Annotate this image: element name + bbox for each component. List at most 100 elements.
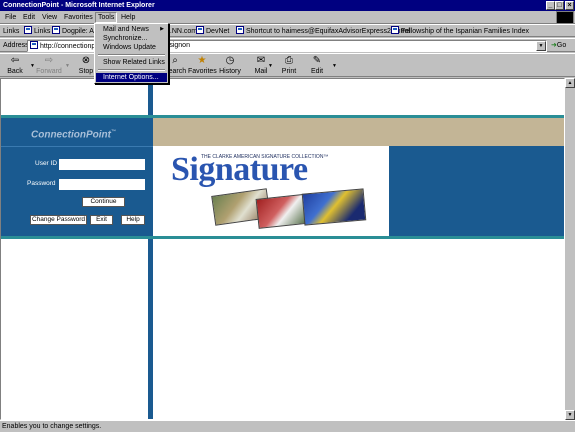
continue-button[interactable]: Continue (82, 197, 125, 207)
page-icon (24, 26, 32, 34)
menu-separator (98, 69, 165, 71)
page-icon (236, 26, 244, 34)
ie-logo (556, 11, 574, 24)
link-dogpile[interactable]: Dogpile: All (52, 26, 97, 37)
menu-view[interactable]: View (40, 12, 59, 23)
menu-item-synchronize[interactable]: Synchronize... (96, 34, 167, 43)
link-links[interactable]: Links (24, 26, 50, 37)
page-icon (52, 26, 60, 34)
menu-tools[interactable]: Tools (95, 12, 118, 23)
history-button[interactable]: ◷ History (216, 55, 244, 77)
submenu-arrow-icon: ▶ (160, 26, 164, 32)
stop-icon: ⊗ (81, 55, 91, 66)
link-text: Fellowship of the Ispanian Families Inde… (401, 28, 530, 35)
tan-header-strip (153, 118, 564, 146)
help-button[interactable]: Help (121, 215, 145, 225)
menu-item-windows-update[interactable]: Windows Update (96, 43, 167, 52)
exit-button[interactable]: Exit (90, 215, 113, 225)
link-fellowship[interactable]: Fellowship of the Ispanian Families Inde… (391, 26, 529, 37)
address-dropdown-arrow-icon[interactable]: ▼ (536, 41, 546, 51)
right-blue-area (389, 146, 564, 236)
userid-label: User ID (35, 160, 58, 167)
favorites-icon: ★ (197, 55, 207, 66)
address-url-tail: rsignon (167, 42, 190, 49)
favorites-label: Favorites (188, 68, 217, 75)
print-icon: ⎙ (285, 55, 293, 66)
links-label: Links (3, 28, 20, 35)
go-button[interactable]: ➜Go (551, 41, 566, 51)
status-text: Enables you to change settings. (2, 423, 102, 430)
link-shortcut-haimess[interactable]: Shortcut to haimess@EquifaxAdvisorExpres… (236, 26, 410, 37)
signature-banner: THE CLARKE AMERICAN SIGNATURE COLLECTION… (153, 146, 389, 236)
page-icon (196, 26, 204, 34)
scroll-down-arrow-icon[interactable]: ▼ (565, 410, 575, 420)
mail-dropdown-icon[interactable]: ▼ (268, 63, 273, 69)
panel-divider (1, 146, 153, 147)
mail-label: Mail (254, 68, 268, 75)
forward-label: Forward (36, 68, 62, 75)
page-icon (30, 41, 38, 49)
menu-edit[interactable]: Edit (21, 12, 37, 23)
history-label: History (219, 68, 241, 75)
search-icon: ⌕ (172, 55, 178, 66)
edit-button[interactable]: ✎ Edit (303, 55, 331, 77)
history-icon: ◷ (225, 55, 235, 66)
check-image-starry-night (301, 188, 367, 226)
scroll-up-arrow-icon[interactable]: ▲ (565, 78, 575, 88)
menu-item-show-related-links[interactable]: Show Related Links (96, 58, 167, 67)
menu-item-internet-options[interactable]: Internet Options... (96, 73, 167, 82)
link-text: Dogpile: All (62, 28, 98, 35)
tools-menu-dropdown: Mail and News ▶ Synchronize... Windows Up… (94, 23, 169, 84)
back-button[interactable]: ⇦ Back (1, 55, 29, 77)
link-devnet[interactable]: DevNet (196, 26, 229, 37)
menu-separator (98, 54, 165, 56)
link-cnn[interactable]: ...NN.com (166, 26, 197, 37)
forward-dropdown-icon[interactable]: ▼ (65, 63, 70, 69)
toolbar: ⇦ Back ▼ ⇨ Forward ▼ ⊗ Stop ⌕ Search ★ Favori… (0, 53, 575, 77)
mail-icon: ✉ (256, 55, 266, 66)
address-label: Address (3, 42, 29, 49)
go-label: Go (556, 42, 567, 49)
login-panel: ConnectionPoint™ User ID Password Contin… (1, 118, 153, 236)
address-bar: Address http://connectionpo rsignon ▼ ➜Go (0, 38, 575, 52)
links-bar: Links Links Dogpile: All ...NN.com DevNe… (0, 24, 575, 37)
link-text: DevNet (206, 28, 230, 35)
back-label: Back (7, 68, 23, 75)
password-label: Password (27, 180, 56, 187)
back-arrow-icon: ⇦ (10, 55, 20, 66)
link-text: Links (34, 28, 51, 35)
userid-input[interactable] (59, 159, 145, 170)
address-url: http://connectionpo (40, 43, 100, 50)
minimize-button[interactable]: _ (546, 1, 555, 10)
favorites-button[interactable]: ★ Favorites (188, 55, 217, 77)
maximize-button[interactable]: □ (555, 1, 564, 10)
link-text: Shortcut to haimess@EquifaxAdvisorExpres… (246, 28, 410, 35)
link-text: ...NN.com (166, 28, 198, 35)
page-content: ConnectionPoint™ User ID Password Contin… (0, 78, 565, 420)
menu-bar: File Edit View Favorites Tools Help (0, 11, 575, 24)
close-button[interactable]: × (565, 1, 574, 10)
edit-dropdown-icon[interactable]: ▼ (332, 63, 337, 69)
print-button[interactable]: ⎙ Print (275, 55, 303, 77)
forward-arrow-icon: ⇨ (44, 55, 54, 66)
menu-item-mail-and-news[interactable]: Mail and News ▶ (96, 25, 167, 34)
edit-icon: ✎ (312, 55, 322, 66)
print-label: Print (281, 68, 297, 75)
title-bar: ConnectionPoint - Microsoft Internet Exp… (0, 0, 575, 11)
edit-label: Edit (310, 68, 324, 75)
page-icon (391, 26, 399, 34)
menu-item-label: Mail and News (103, 26, 149, 33)
window-title: ConnectionPoint - Microsoft Internet Exp… (3, 2, 155, 9)
brand-text: ConnectionPoint (31, 129, 111, 141)
brand-logo: ConnectionPoint™ (31, 126, 116, 141)
menu-help[interactable]: Help (119, 12, 137, 23)
brand-tm: ™ (111, 129, 116, 135)
vertical-scrollbar[interactable]: ▲ ▼ (565, 78, 575, 420)
menu-file[interactable]: File (3, 12, 18, 23)
bottom-teal-line (1, 236, 564, 239)
change-password-button[interactable]: Change Password (30, 215, 87, 225)
menu-favorites[interactable]: Favorites (62, 12, 95, 23)
browser-window: ConnectionPoint - Microsoft Internet Exp… (0, 0, 575, 432)
password-input[interactable] (59, 179, 145, 190)
forward-button[interactable]: ⇨ Forward (35, 55, 63, 77)
